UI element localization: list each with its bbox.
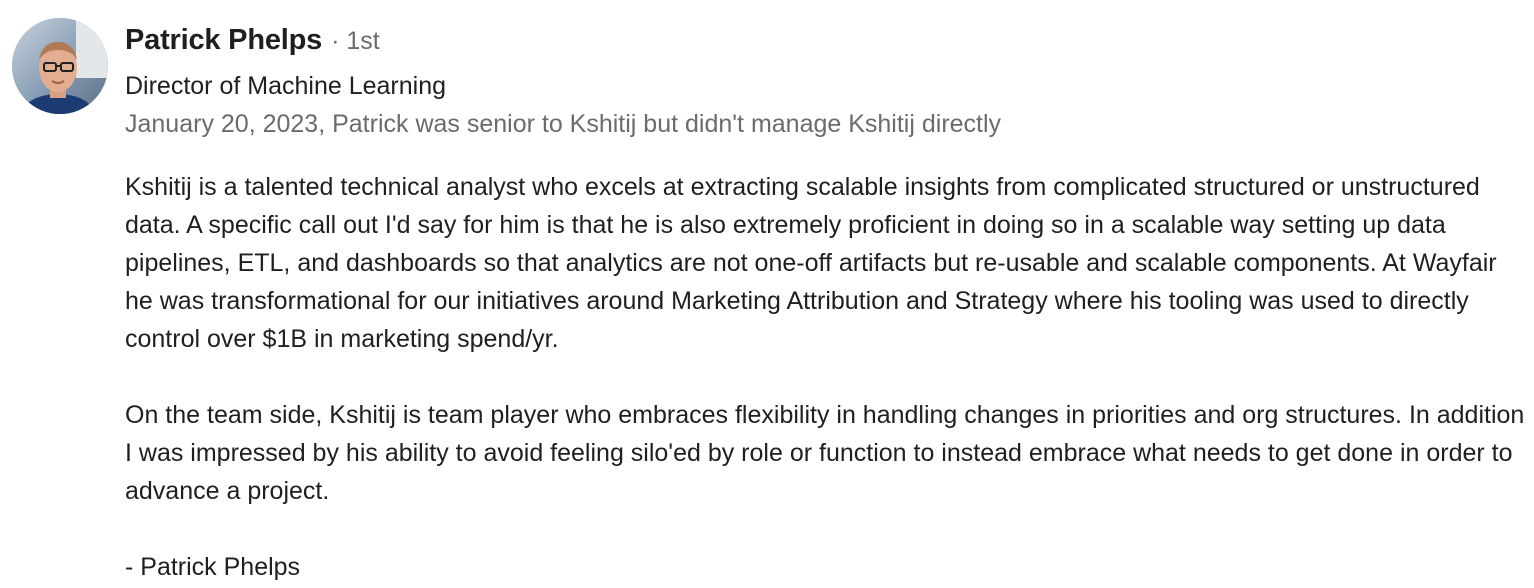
recommender-name[interactable]: Patrick Phelps [125, 24, 322, 57]
recommendation-paragraph: Kshitij is a talented technical analyst … [125, 173, 1497, 353]
recommendation-signature: - Patrick Phelps [125, 553, 301, 581]
profile-photo-icon [12, 18, 108, 114]
recommendation-body: Kshitij is a talented technical analyst … [125, 168, 1524, 586]
recommendation-card: Patrick Phelps · 1st Director of Machine… [0, 0, 1534, 588]
recommendation-paragraph: On the team side, Kshitij is team player… [125, 401, 1525, 505]
recommendation-meta: January 20, 2023, Patrick was senior to … [125, 110, 1002, 138]
recommendation-content: Patrick Phelps · 1st Director of Machine… [125, 24, 1524, 586]
name-line: Patrick Phelps · 1st [125, 24, 1520, 64]
recommender-headline: Director of Machine Learning [125, 72, 446, 100]
connection-degree: · 1st [331, 27, 380, 55]
avatar[interactable] [12, 18, 108, 114]
